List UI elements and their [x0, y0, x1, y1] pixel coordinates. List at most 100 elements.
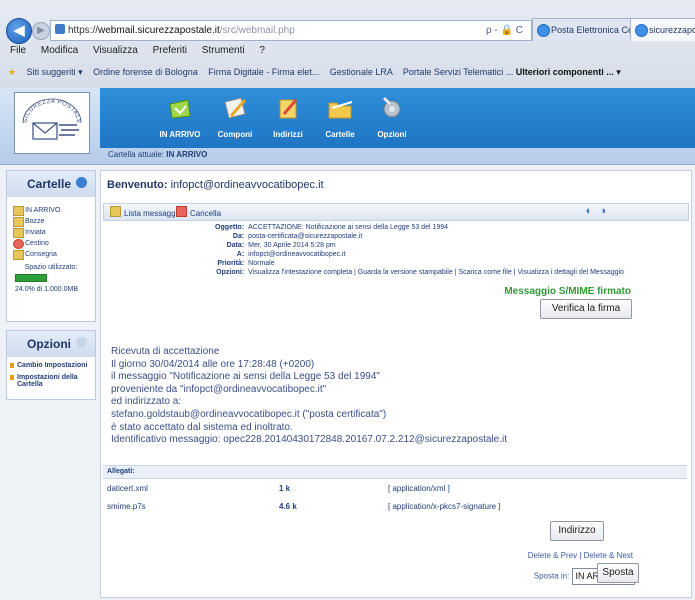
fav-ordine-forense[interactable]: Ordine forense di Bologna	[93, 67, 198, 77]
verify-signature-button[interactable]: Verifica la firma	[540, 299, 632, 319]
bullet-icon	[10, 363, 14, 368]
fav-gestionale-lra[interactable]: Gestionale LRA	[330, 67, 393, 77]
folder-cestino[interactable]: Cestino	[7, 238, 95, 249]
url-path: /src/webmail.php	[219, 25, 295, 36]
move-label: Sposta in:	[533, 571, 570, 581]
back-button[interactable]: ◀	[6, 18, 32, 44]
folder-in-arrivo[interactable]: IN ARRIVO	[7, 205, 95, 216]
message-list-button[interactable]: Lista messaggi	[110, 206, 177, 218]
address-tools[interactable]: ρ - 🔒 C	[486, 21, 523, 40]
header-row-subject: Oggetto: ACCETTAZIONE: Notificazione ai s…	[213, 223, 626, 232]
header-options-links[interactable]: Visualizza l'intestazione completa | Gua…	[246, 268, 626, 277]
fav-ulteriori-componenti[interactable]: Ulteriori componenti ... ▾	[516, 67, 621, 77]
inbox-icon	[169, 99, 191, 119]
message-toolbar: Lista messaggi Cancella ◐ ◑	[103, 203, 689, 221]
option-impostazioni-cartella[interactable]: Impostazioni della Cartella	[7, 374, 95, 388]
space-used-label: Spazio utilizzato:	[24, 264, 78, 271]
options-panel-header: Opzioni	[7, 331, 95, 357]
folder-bozze[interactable]: Bozze	[7, 216, 95, 227]
header-row-to: A: infopct@ordineavvocatibopec.it	[213, 250, 626, 259]
ie-icon	[537, 24, 550, 37]
tab-posta-certificata[interactable]: Posta Elettronica Certificata	[532, 18, 646, 41]
webmail-header: SICUREZZA POSTALE IN ARRIVO Componi Indi…	[0, 88, 695, 165]
menu-help[interactable]: ?	[259, 45, 265, 56]
list-icon	[110, 206, 121, 217]
sicurezza-postale-logo: SICUREZZA POSTALE	[14, 92, 90, 154]
body-line: è stato accettato dal sistema ed inoltra…	[111, 421, 293, 433]
move-button[interactable]: Sposta	[597, 563, 639, 583]
toolbar-componi[interactable]: Componi	[205, 94, 265, 139]
header-value[interactable]: infopct@ordineavvocatibopec.it	[246, 250, 626, 259]
header-value[interactable]: posta-certificata@sicurezzapostale.it	[246, 232, 626, 241]
body-line: Identificativo messaggio: opec228.201404…	[111, 434, 507, 446]
folder-label: Consegna	[25, 251, 57, 258]
address-button[interactable]: Indirizzo	[550, 521, 604, 541]
folder-consegna[interactable]: Consegna	[7, 249, 95, 260]
toolbar-opzioni[interactable]: Opzioni	[362, 94, 422, 139]
current-folder-value[interactable]: IN ARRIVO	[166, 150, 207, 159]
collapse-icon[interactable]	[76, 337, 87, 348]
header-row-from: Da: posta-certificata@sicurezzapostale.it	[213, 232, 626, 241]
attachment-name[interactable]: daticert.xml	[107, 484, 148, 493]
menu-file[interactable]: File	[10, 45, 26, 56]
option-label: Cambio Impostazioni	[17, 362, 88, 369]
attachments-section: Allegati: daticert.xml 1 k [ application…	[103, 465, 687, 515]
menu-bar: File Modifica Visualizza Preferiti Strum…	[10, 45, 277, 56]
browser-chrome: ◀ ▶ https://webmail.sicurezzapostale.it/…	[0, 0, 695, 88]
url-protocol: https://	[68, 25, 99, 36]
url-host: webmail.sicurezzapostale.it	[98, 25, 220, 36]
folder-icon	[13, 206, 24, 216]
welcome-label: Benvenuto:	[107, 179, 168, 191]
current-folder-label: Cartella attuale:	[108, 150, 165, 159]
folder-icon	[13, 250, 24, 260]
delete-icon	[176, 206, 187, 217]
fav-portale-servizi[interactable]: Portale Servizi Telematici ...	[403, 67, 513, 77]
smime-signed-label: Messaggio S/MIME firmato	[504, 286, 631, 297]
delete-prev-next-links[interactable]: Delete & Prev | Delete & Next	[528, 551, 633, 560]
message-headers: Oggetto: ACCETTAZIONE: Notificazione ai s…	[213, 223, 626, 277]
folder-inviata[interactable]: Inviata	[7, 227, 95, 238]
option-cambio-impostazioni[interactable]: Cambio Impostazioni	[7, 362, 95, 369]
body-line: stefano.goldstaub@ordineavvocatibopec.it…	[111, 408, 387, 420]
body-line: ed indirizzato a:	[111, 396, 182, 408]
delete-label: Cancella	[190, 209, 222, 218]
compose-icon	[224, 97, 247, 119]
tab-label: sicurezzapostale	[649, 25, 695, 35]
attachment-name[interactable]: smime.p7s	[107, 502, 146, 511]
message-nav-arrows[interactable]: ◐ ◑	[586, 205, 608, 217]
toolbar-cartelle[interactable]: Cartelle	[310, 94, 370, 139]
menu-strumenti[interactable]: Strumenti	[202, 45, 245, 56]
folders-panel-header: Cartelle	[7, 171, 95, 197]
attachments-title: Allegati:	[103, 465, 687, 479]
menu-modifica[interactable]: Modifica	[41, 45, 78, 56]
address-bar[interactable]: https://webmail.sicurezzapostale.it/src/…	[50, 20, 532, 41]
address-row: ◀ ▶ https://webmail.sicurezzapostale.it/…	[0, 18, 695, 44]
fav-siti-suggeriti[interactable]: Siti suggeriti ▾	[27, 67, 83, 77]
site-icon	[55, 24, 65, 34]
bullet-icon	[10, 375, 14, 380]
folder-label: Cestino	[25, 240, 49, 247]
folder-label: Inviata	[25, 229, 46, 236]
tab-sicurezzapostale[interactable]: sicurezzapostale	[630, 18, 695, 41]
toolbar-in-arrivo[interactable]: IN ARRIVO	[150, 94, 210, 139]
header-key: Priorità:	[217, 260, 245, 267]
body-line: il messaggio "Notificazione ai sensi del…	[111, 371, 380, 383]
favorites-bar: ★ Siti suggeriti ▾ Ordine forense di Bol…	[0, 62, 695, 82]
delete-button[interactable]: Cancella	[176, 206, 221, 218]
refresh-icon[interactable]	[76, 177, 87, 188]
fav-firma-digitale[interactable]: Firma Digitale - Firma elet...	[208, 67, 319, 77]
body-line: Ricevuta di accettazione	[111, 346, 220, 357]
favorites-star-icon[interactable]: ★	[8, 67, 16, 77]
menu-preferiti[interactable]: Preferiti	[153, 45, 187, 56]
forward-button[interactable]: ▶	[32, 22, 50, 40]
header-row-priority: Priorità: Normale	[213, 259, 626, 268]
toolbar-label: Componi	[217, 130, 253, 139]
folders-title: Cartelle	[27, 177, 72, 191]
header-value: Mer, 30 Aprile 2014 5:28 pm	[248, 242, 336, 249]
folder-label: Bozze	[25, 218, 45, 225]
menu-visualizza[interactable]: Visualizza	[93, 45, 138, 56]
space-used-bar	[15, 274, 47, 282]
attachment-row: smime.p7s 4.6 k [ application/x-pkcs7-si…	[103, 497, 687, 515]
toolbar-indirizzi[interactable]: Indirizzi	[258, 94, 318, 139]
attachment-type: [ application/x-pkcs7-signature ]	[388, 502, 501, 511]
